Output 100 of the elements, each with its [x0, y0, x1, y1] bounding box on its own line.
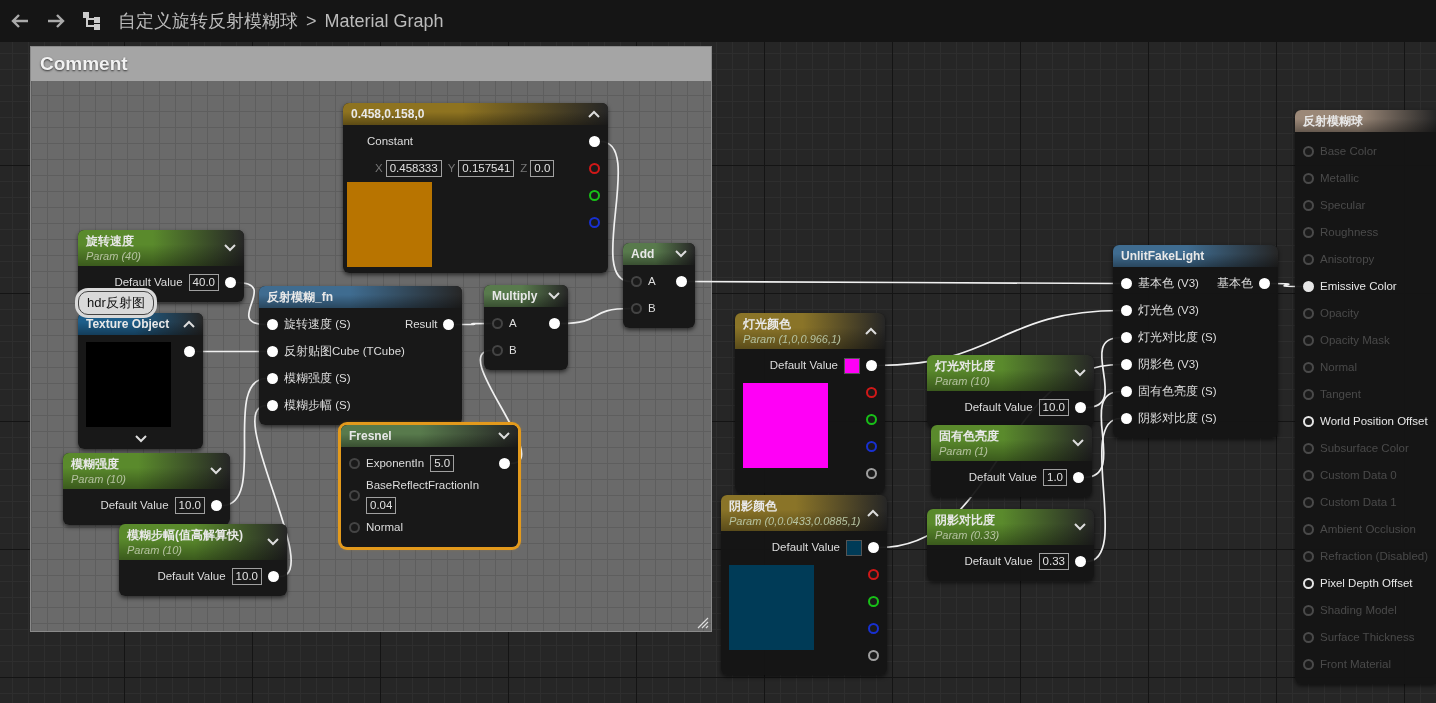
value-field[interactable]: 1.0 [1043, 469, 1067, 486]
graph-node[interactable]: Add A B [623, 243, 695, 328]
graph-node[interactable]: 灯光对比度 Param (10) Default Value 10.0 [927, 355, 1094, 427]
value-field[interactable]: 0.157541 [458, 160, 515, 177]
input-pin[interactable] [631, 303, 642, 314]
value-field[interactable]: 40.0 [188, 274, 219, 291]
chevron-down-icon[interactable] [210, 467, 222, 475]
forward-arrow-icon[interactable] [46, 13, 66, 29]
input-pin[interactable] [1303, 362, 1314, 373]
output-pin[interactable] [866, 414, 877, 425]
input-pin[interactable] [1303, 551, 1314, 562]
graph-node[interactable]: 固有色亮度 Param (1) Default Value 1.0 [931, 425, 1092, 497]
input-pin[interactable] [1303, 146, 1314, 157]
graph-node[interactable]: 模糊步幅(值高解算快) Param (10) Default Value 10.0 [119, 524, 287, 596]
chevron-down-icon[interactable] [548, 292, 560, 300]
chevron-down-icon[interactable] [498, 432, 510, 440]
input-pin[interactable] [1303, 524, 1314, 535]
value-field[interactable]: 10.0 [174, 497, 205, 514]
pin-label: Default Value [964, 553, 1033, 569]
value-field[interactable]: 10.0 [231, 568, 262, 585]
input-pin[interactable] [1303, 173, 1314, 184]
graph-node[interactable]: 0.458,0.158,0 Constant X 0.458333 Y 0.157541 Z 0.0 [343, 103, 608, 273]
node-header[interactable]: 阴影颜色 Param (0,0.0433,0.0885,1) [721, 495, 887, 531]
input-pin[interactable] [1303, 443, 1314, 454]
value-field[interactable]: 5.0 [430, 455, 455, 472]
node-title: 0.458,0.158,0 [351, 106, 425, 122]
breadcrumb-item[interactable]: Material Graph [324, 7, 444, 35]
output-pin[interactable] [589, 190, 600, 201]
input-pin[interactable] [1303, 308, 1314, 319]
node-header[interactable]: Fresnel [341, 425, 518, 447]
input-pin[interactable] [631, 276, 642, 287]
value-field[interactable]: 0.04 [366, 497, 397, 515]
chevron-down-icon[interactable] [1074, 523, 1086, 531]
input-pin[interactable] [1303, 632, 1314, 643]
graph-node[interactable]: UnlitFakeLight 基本色 (V3) 灯光色 (V3) 灯光对比度 (S) 阴影色 (V3) 固有色亮度 (S) 阴影对比度 (S) 基本色 [1113, 245, 1278, 438]
input-pin[interactable] [349, 458, 360, 469]
value-field[interactable]: 0.458333 [385, 160, 442, 177]
pin-label: 模糊步幅 (S) [284, 397, 351, 413]
value-field[interactable]: 0.0 [530, 160, 555, 177]
node-subtitle: Param (40) [86, 249, 142, 263]
color-swatch[interactable] [844, 357, 860, 374]
graph-node[interactable]: 反射模糊_fn 旋转速度 (S) 反射贴图Cube (TCube) 模糊强度 (S) 模糊步幅 (S) Result [259, 286, 462, 425]
color-swatch[interactable] [846, 539, 862, 556]
back-arrow-icon[interactable] [10, 13, 30, 29]
graph-node[interactable]: Multiply A B [484, 285, 568, 370]
breadcrumb-item[interactable]: 自定义旋转反射模糊球 [118, 7, 298, 35]
chevron-down-icon[interactable] [1074, 369, 1086, 377]
graph-node[interactable]: 阴影对比度 Param (0.33) Default Value 0.33 [927, 509, 1094, 581]
chevron-down-icon[interactable] [134, 435, 147, 443]
pin-label: A [648, 273, 656, 289]
chevron-down-icon[interactable] [224, 244, 236, 252]
chevron-down-icon[interactable] [1072, 439, 1084, 447]
graph-node[interactable]: 模糊强度 Param (10) Default Value 10.0 [63, 453, 230, 525]
output-pin[interactable] [868, 650, 879, 661]
input-pin[interactable] [1303, 497, 1314, 508]
input-pin[interactable] [1303, 335, 1314, 346]
node-header[interactable]: Add [623, 243, 695, 265]
input-pin[interactable] [1303, 200, 1314, 211]
node-header[interactable]: UnlitFakeLight [1113, 245, 1278, 267]
pin-label: 灯光对比度 (S) [1138, 329, 1217, 345]
input-pin[interactable] [1303, 659, 1314, 670]
pin-label: B [648, 300, 656, 316]
pin-label: Emissive Color [1320, 278, 1397, 294]
input-pin[interactable] [492, 345, 503, 356]
resize-grip-icon[interactable] [697, 617, 709, 629]
graph-node[interactable] [1295, 110, 1436, 684]
node-title: Fresnel [349, 428, 392, 444]
output-pin[interactable] [866, 468, 877, 479]
graph-node[interactable]: 灯光颜色 Param (1,0,0.966,1) Default Value [735, 313, 885, 493]
input-pin[interactable] [1303, 227, 1314, 238]
input-pin[interactable] [1303, 605, 1314, 616]
input-pin[interactable] [1303, 470, 1314, 481]
breadcrumb-separator: > [306, 9, 317, 33]
value-field[interactable]: 10.0 [1038, 399, 1069, 416]
node-header[interactable]: 反射模糊_fn [259, 286, 462, 308]
value-field[interactable]: 0.33 [1038, 553, 1069, 570]
chevron-up-icon[interactable] [867, 509, 879, 517]
pin-label: Constant [367, 133, 414, 149]
node-header[interactable]: Multiply [484, 285, 568, 307]
chevron-down-icon[interactable] [267, 538, 279, 546]
node-header[interactable]: 灯光颜色 Param (1,0,0.966,1) [735, 313, 885, 349]
chevron-up-icon[interactable] [588, 110, 600, 118]
graph-node[interactable]: Fresnel ExponentIn 5.0 BaseReflectFractionIn 0.04 Normal [341, 425, 518, 548]
input-pin[interactable] [492, 318, 503, 329]
node-header[interactable]: 0.458,0.158,0 [343, 103, 608, 125]
graph-node[interactable]: Texture Object [78, 313, 203, 449]
graph-node[interactable]: 阴影颜色 Param (0,0.0433,0.0885,1) Default Value [721, 495, 887, 675]
node-title: 反射模糊球 [1303, 113, 1363, 129]
chevron-up-icon[interactable] [183, 320, 195, 328]
input-pin[interactable] [349, 522, 360, 534]
node-title: 灯光对比度 [935, 358, 995, 374]
node-comment-bubble: hdr反射图 [78, 291, 154, 315]
graph-icon[interactable] [82, 11, 102, 31]
output-pin[interactable] [868, 596, 879, 607]
chevron-down-icon[interactable] [675, 250, 687, 258]
input-pin[interactable] [1303, 254, 1314, 265]
chevron-up-icon[interactable] [865, 327, 877, 335]
input-pin[interactable] [349, 490, 360, 502]
input-pin[interactable] [1303, 389, 1314, 400]
pin-label: Default Value [769, 357, 838, 373]
